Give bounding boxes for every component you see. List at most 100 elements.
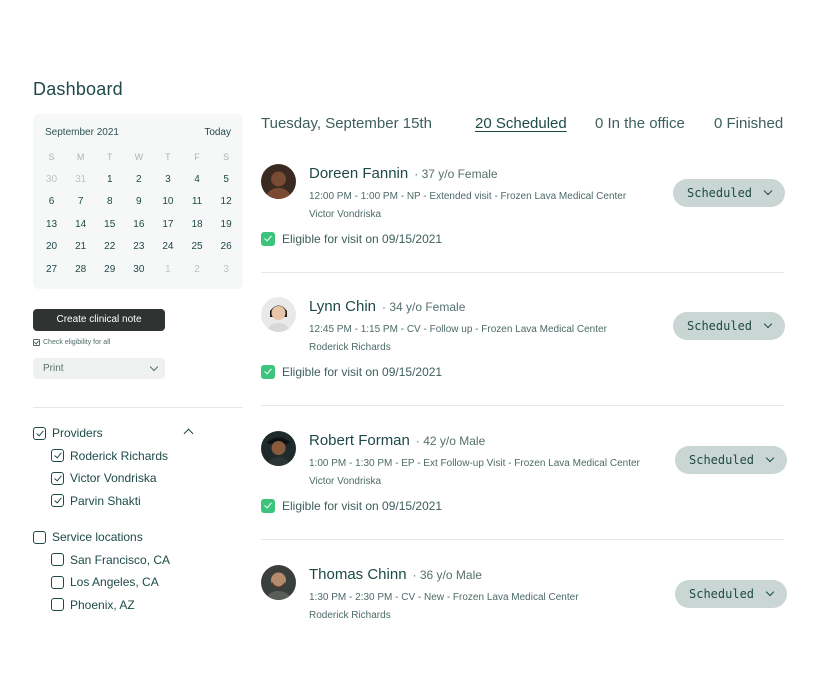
provider-checkbox[interactable]: [51, 494, 64, 508]
calendar-weekday: M: [76, 152, 85, 162]
provider-label: Roderick Richards: [70, 448, 169, 463]
locations-checkbox[interactable]: [33, 530, 46, 544]
visit-provider: Victor Vondriska: [309, 209, 382, 220]
calendar-today-button[interactable]: Today: [204, 127, 231, 138]
calendar-day[interactable]: 23: [124, 240, 153, 263]
locations-filter: Service locations San Francisco, CA Los …: [33, 526, 243, 616]
calendar-day[interactable]: 14: [66, 218, 95, 241]
locations-toggle[interactable]: Service locations: [33, 526, 243, 549]
location-label: Phoenix, AZ: [70, 597, 135, 612]
patient-name-line[interactable]: Thomas Chinn · 36 y/o Male: [309, 566, 482, 583]
providers-label: Providers: [52, 426, 103, 441]
calendar-day[interactable]: 7: [66, 195, 95, 218]
page-title: Dashboard: [33, 79, 123, 99]
calendar-day[interactable]: 3: [153, 173, 182, 196]
provider-item[interactable]: Parvin Shakti: [33, 490, 243, 513]
create-clinical-note-button[interactable]: Create clinical note: [33, 309, 165, 331]
avatar: [261, 431, 296, 466]
provider-item[interactable]: Victor Vondriska: [33, 467, 243, 490]
location-checkbox[interactable]: [51, 598, 64, 612]
calendar-day[interactable]: 1: [95, 173, 124, 196]
check-eligibility-checkbox[interactable]: [33, 339, 40, 346]
providers-filter: Providers Roderick Richards Victor Vondr…: [33, 422, 243, 512]
calendar-day[interactable]: 27: [37, 263, 66, 286]
calendar-weekday: S: [48, 152, 55, 162]
calendar-weekday: W: [134, 152, 144, 162]
tab-scheduled[interactable]: 20 Scheduled: [475, 115, 567, 132]
calendar-day[interactable]: 15: [95, 218, 124, 241]
calendar-day[interactable]: 26: [212, 240, 241, 263]
patient-name[interactable]: Robert Forman: [309, 432, 410, 449]
location-item[interactable]: Los Angeles, CA: [33, 571, 243, 594]
avatar: [261, 164, 296, 199]
calendar-day[interactable]: 10: [153, 195, 182, 218]
location-item[interactable]: Phoenix, AZ: [33, 594, 243, 617]
check-eligibility-all[interactable]: Check eligibility for all: [33, 339, 110, 346]
calendar-day[interactable]: 29: [95, 263, 124, 286]
status-value: Scheduled: [689, 587, 755, 601]
chevron-down-icon: [765, 453, 775, 463]
calendar-day[interactable]: 16: [124, 218, 153, 241]
calendar-day[interactable]: 1: [153, 263, 182, 286]
calendar-day[interactable]: 25: [182, 240, 211, 263]
visit-provider: Roderick Richards: [309, 342, 391, 353]
tab-in-office[interactable]: 0 In the office: [595, 115, 685, 132]
patient-name[interactable]: Lynn Chin: [309, 298, 376, 315]
status-dropdown[interactable]: Scheduled: [673, 179, 785, 207]
provider-checkbox[interactable]: [51, 449, 64, 463]
status-value: Scheduled: [689, 453, 755, 467]
calendar-day[interactable]: 3: [212, 263, 241, 286]
calendar-day[interactable]: 22: [95, 240, 124, 263]
eligibility-status: Eligible for visit on 09/15/2021: [261, 499, 442, 513]
calendar-day[interactable]: 24: [153, 240, 182, 263]
patient-name[interactable]: Thomas Chinn: [309, 566, 407, 583]
appointment-card[interactable]: Lynn Chin · 34 y/o Female 12:45 PM - 1:15…: [261, 297, 785, 431]
provider-checkbox[interactable]: [51, 471, 64, 485]
visit-provider: Roderick Richards: [309, 610, 391, 621]
location-item[interactable]: San Francisco, CA: [33, 549, 243, 572]
calendar-day[interactable]: 8: [95, 195, 124, 218]
check-eligibility-label: Check eligibility for all: [43, 339, 111, 346]
patient-age-sex: · 37 y/o Female: [414, 167, 498, 181]
providers-checkbox[interactable]: [33, 426, 46, 440]
calendar-day[interactable]: 5: [212, 173, 241, 196]
calendar-day[interactable]: 31: [66, 173, 95, 196]
appointment-card[interactable]: Thomas Chinn · 36 y/o Male 1:30 PM - 2:30…: [261, 565, 787, 625]
print-select[interactable]: Print: [33, 358, 165, 379]
calendar-weekday: T: [106, 152, 113, 162]
calendar-day[interactable]: 28: [66, 263, 95, 286]
calendar-day[interactable]: 12: [212, 195, 241, 218]
calendar-day[interactable]: 17: [153, 218, 182, 241]
patient-name-line[interactable]: Doreen Fannin · 37 y/o Female: [309, 165, 498, 182]
tab-finished[interactable]: 0 Finished: [714, 115, 783, 132]
calendar-day[interactable]: 13: [37, 218, 66, 241]
patient-name-line[interactable]: Robert Forman · 42 y/o Male: [309, 432, 485, 449]
location-checkbox[interactable]: [51, 553, 64, 567]
provider-item[interactable]: Roderick Richards: [33, 445, 243, 468]
calendar-day[interactable]: 18: [182, 218, 211, 241]
calendar-day[interactable]: 11: [182, 195, 211, 218]
chevron-down-icon: [763, 186, 773, 196]
calendar-day[interactable]: 2: [124, 173, 153, 196]
status-dropdown[interactable]: Scheduled: [675, 580, 787, 608]
calendar-day[interactable]: 30: [124, 263, 153, 286]
calendar-day[interactable]: 6: [37, 195, 66, 218]
calendar-day[interactable]: 19: [212, 218, 241, 241]
calendar-day[interactable]: 30: [37, 173, 66, 196]
calendar-day[interactable]: 20: [37, 240, 66, 263]
appointment-card[interactable]: Robert Forman · 42 y/o Male 1:00 PM - 1:3…: [261, 431, 787, 565]
patient-name-line[interactable]: Lynn Chin · 34 y/o Female: [309, 298, 465, 315]
providers-toggle[interactable]: Providers: [33, 422, 243, 445]
calendar-day[interactable]: 21: [66, 240, 95, 263]
divider: [33, 407, 243, 408]
status-dropdown[interactable]: Scheduled: [673, 312, 785, 340]
calendar-day[interactable]: 2: [182, 263, 211, 286]
calendar-day[interactable]: 9: [124, 195, 153, 218]
location-checkbox[interactable]: [51, 575, 64, 589]
calendar-day[interactable]: 4: [182, 173, 211, 196]
locations-label: Service locations: [52, 530, 143, 545]
patient-name[interactable]: Doreen Fannin: [309, 165, 408, 182]
status-dropdown[interactable]: Scheduled: [675, 446, 787, 474]
avatar: [261, 297, 296, 332]
appointment-card[interactable]: Doreen Fannin · 37 y/o Female 12:00 PM - …: [261, 164, 785, 298]
